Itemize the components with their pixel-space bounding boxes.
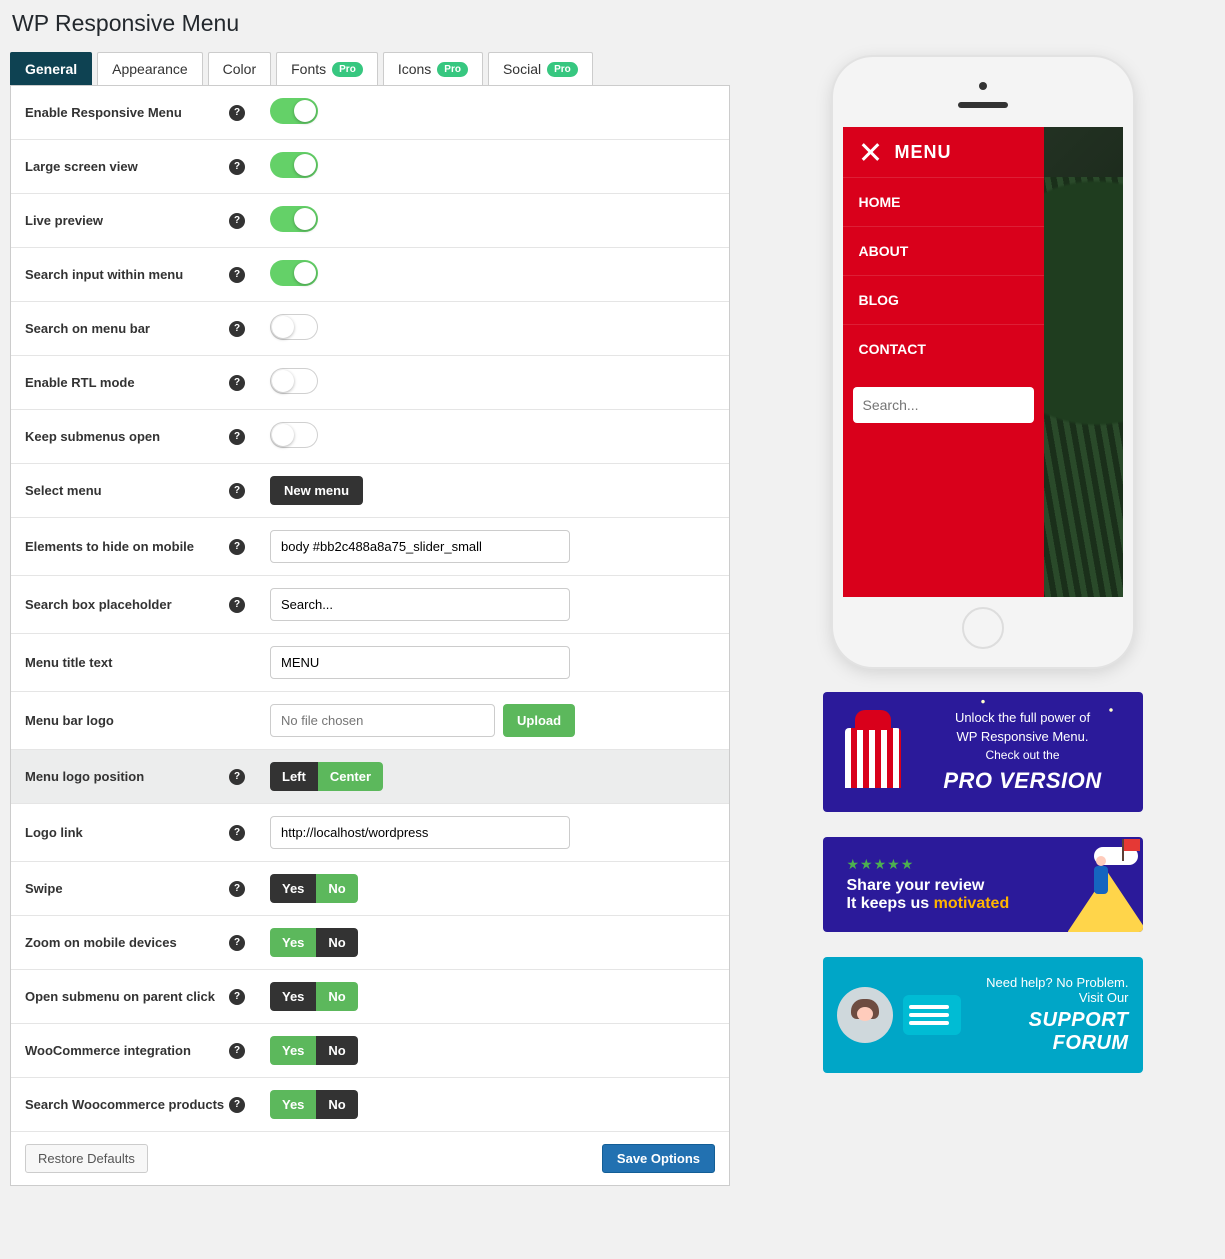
label-search-placeholder: Search box placeholder: [25, 597, 172, 612]
upload-button[interactable]: Upload: [503, 704, 575, 737]
open-parent-yes[interactable]: Yes: [270, 982, 316, 1011]
label-zoom: Zoom on mobile devices: [25, 935, 177, 950]
label-hide-elements: Elements to hide on mobile: [25, 539, 194, 554]
help-icon[interactable]: ?: [229, 597, 245, 613]
label-bar-logo: Menu bar logo: [25, 713, 114, 728]
preview-menu-item[interactable]: ABOUT: [843, 226, 1045, 275]
logo-file-input[interactable]: [270, 704, 495, 737]
promo-support[interactable]: Need help? No Problem. Visit Our SUPPORT…: [823, 957, 1143, 1073]
promo-review[interactable]: ★★★★★ Share your review It keeps us moti…: [823, 837, 1143, 932]
swipe-yes[interactable]: Yes: [270, 874, 316, 903]
page-title: WP Responsive Menu: [12, 10, 1215, 37]
close-icon[interactable]: [859, 141, 881, 163]
help-icon[interactable]: ?: [229, 321, 245, 337]
help-icon[interactable]: ?: [229, 159, 245, 175]
pro-version-label: PRO VERSION: [917, 768, 1129, 794]
chat-icon: [903, 995, 961, 1035]
tab-social[interactable]: SocialPro: [488, 52, 593, 85]
toggle-rtl[interactable]: [270, 368, 318, 394]
help-icon[interactable]: ?: [229, 539, 245, 555]
preview-background: [1033, 177, 1123, 597]
logo-link-input[interactable]: [270, 816, 570, 849]
help-icon[interactable]: ?: [229, 989, 245, 1005]
label-large-screen: Large screen view: [25, 159, 138, 174]
preview-menu-item[interactable]: HOME: [843, 177, 1045, 226]
help-icon[interactable]: ?: [229, 881, 245, 897]
restore-defaults-button[interactable]: Restore Defaults: [25, 1144, 148, 1173]
gift-icon: [837, 716, 909, 788]
preview-search-input[interactable]: [853, 387, 1035, 423]
toggle-submenus-open[interactable]: [270, 422, 318, 448]
help-icon[interactable]: ?: [229, 825, 245, 841]
search-placeholder-input[interactable]: [270, 588, 570, 621]
help-icon[interactable]: ?: [229, 267, 245, 283]
logo-pos-center[interactable]: Center: [318, 762, 383, 791]
toggle-search-bar[interactable]: [270, 314, 318, 340]
avatar-icon: [837, 987, 893, 1043]
zoom-no[interactable]: No: [316, 928, 357, 957]
label-submenus-open: Keep submenus open: [25, 429, 160, 444]
swipe-no[interactable]: No: [316, 874, 357, 903]
label-search-bar: Search on menu bar: [25, 321, 150, 336]
help-icon[interactable]: ?: [229, 429, 245, 445]
help-icon[interactable]: ?: [229, 1043, 245, 1059]
woo-no[interactable]: No: [316, 1036, 357, 1065]
toggle-large-screen[interactable]: [270, 152, 318, 178]
hide-elements-input[interactable]: [270, 530, 570, 563]
label-rtl: Enable RTL mode: [25, 375, 135, 390]
pro-badge: Pro: [547, 62, 578, 77]
help-icon[interactable]: ?: [229, 935, 245, 951]
label-woo: WooCommerce integration: [25, 1043, 191, 1058]
label-live-preview: Live preview: [25, 213, 103, 228]
woo-yes[interactable]: Yes: [270, 1036, 316, 1065]
toggle-search-within[interactable]: [270, 260, 318, 286]
woo-search-no[interactable]: No: [316, 1090, 357, 1119]
phone-home-button-icon: [962, 607, 1004, 649]
new-menu-button[interactable]: New menu: [270, 476, 363, 505]
label-woo-search: Search Woocommerce products: [25, 1097, 224, 1112]
tabs: General Appearance Color FontsPro IconsP…: [10, 52, 730, 85]
toggle-enable-responsive[interactable]: [270, 98, 318, 124]
pro-badge: Pro: [332, 62, 363, 77]
label-search-within: Search input within menu: [25, 267, 183, 282]
preview-menu-item[interactable]: BLOG: [843, 275, 1045, 324]
phone-preview: MENU HOME ABOUT BLOG CONTACT: [833, 57, 1133, 667]
logo-pos-left[interactable]: Left: [270, 762, 318, 791]
open-parent-no[interactable]: No: [316, 982, 357, 1011]
pro-badge: Pro: [437, 62, 468, 77]
help-icon[interactable]: ?: [229, 105, 245, 121]
toggle-live-preview[interactable]: [270, 206, 318, 232]
save-options-button[interactable]: Save Options: [602, 1144, 715, 1173]
tab-icons[interactable]: IconsPro: [383, 52, 483, 85]
label-swipe: Swipe: [25, 881, 63, 896]
help-icon[interactable]: ?: [229, 213, 245, 229]
menu-title-input[interactable]: [270, 646, 570, 679]
tab-appearance[interactable]: Appearance: [97, 52, 203, 85]
phone-speaker-icon: [958, 102, 1008, 108]
zoom-yes[interactable]: Yes: [270, 928, 316, 957]
phone-camera-icon: [979, 82, 987, 90]
help-icon[interactable]: ?: [229, 483, 245, 499]
help-icon[interactable]: ?: [229, 375, 245, 391]
woo-search-yes[interactable]: Yes: [270, 1090, 316, 1119]
preview-menu-title: MENU: [895, 142, 952, 163]
flag-icon: [1124, 839, 1140, 851]
settings-panel: Enable Responsive Menu? Large screen vie…: [10, 85, 730, 1186]
label-enable-responsive: Enable Responsive Menu: [25, 105, 182, 120]
support-forum-label: SUPPORT FORUM: [961, 1009, 1129, 1055]
person-icon: [1094, 866, 1108, 894]
preview-menu-item[interactable]: CONTACT: [843, 324, 1045, 373]
label-menu-title: Menu title text: [25, 655, 112, 670]
preview-menu-panel: MENU HOME ABOUT BLOG CONTACT: [843, 127, 1045, 597]
tab-fonts[interactable]: FontsPro: [276, 52, 378, 85]
tab-general[interactable]: General: [10, 52, 92, 85]
help-icon[interactable]: ?: [229, 1097, 245, 1113]
tab-color[interactable]: Color: [208, 52, 271, 85]
label-logo-position: Menu logo position: [25, 769, 144, 784]
help-icon[interactable]: ?: [229, 769, 245, 785]
label-logo-link: Logo link: [25, 825, 83, 840]
label-open-parent: Open submenu on parent click: [25, 989, 215, 1004]
label-select-menu: Select menu: [25, 483, 102, 498]
promo-pro[interactable]: Unlock the full power of WP Responsive M…: [823, 692, 1143, 812]
